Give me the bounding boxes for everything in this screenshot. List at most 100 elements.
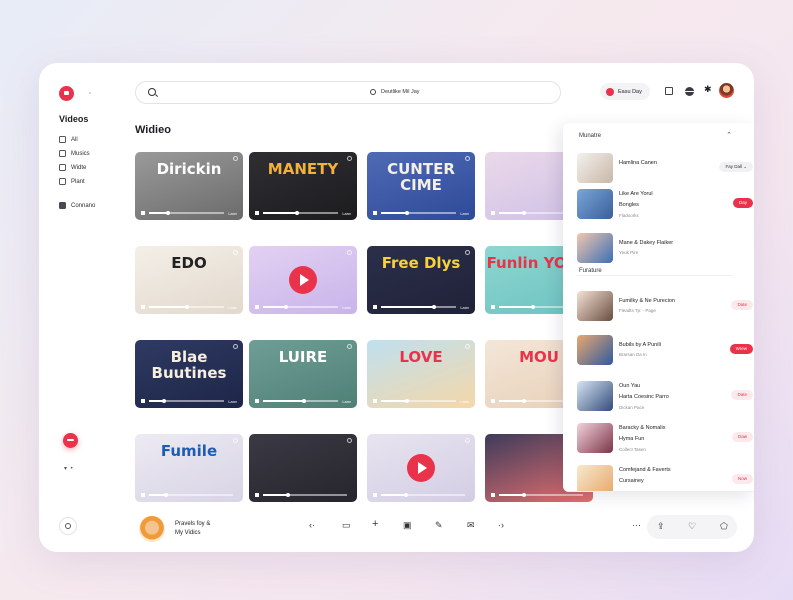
player-controls[interactable]: Lanv xyxy=(255,210,351,216)
pause-icon[interactable] xyxy=(255,211,259,215)
screen-icon[interactable]: ▭ xyxy=(342,521,351,530)
pen-icon[interactable]: ✎ xyxy=(435,521,443,530)
progress-knob[interactable] xyxy=(294,210,299,215)
progress-knob[interactable] xyxy=(522,210,527,215)
progress-slider[interactable] xyxy=(149,398,225,403)
video-card[interactable]: Fumile xyxy=(135,434,243,502)
player-controls[interactable]: Lanv xyxy=(373,304,469,310)
progress-slider[interactable] xyxy=(149,210,225,215)
pause-icon[interactable] xyxy=(255,493,259,497)
progress-slider[interactable] xyxy=(381,210,457,215)
back-icon[interactable]: ‹· xyxy=(309,521,315,530)
list-item[interactable]: Mane & Dakey Flaiker Yeuk Pire xyxy=(577,233,737,267)
player-controls[interactable]: Lanv xyxy=(141,210,237,216)
list-item[interactable]: Hamlina Canen Fay Dall ⌄ xyxy=(577,153,753,187)
pause-icon[interactable] xyxy=(255,305,259,309)
progress-knob[interactable] xyxy=(162,398,167,403)
progress-knob[interactable] xyxy=(165,210,170,215)
list-item-thumbnail[interactable] xyxy=(577,189,613,219)
share-icon[interactable]: ⇪ xyxy=(657,522,665,531)
video-card[interactable] xyxy=(367,434,475,502)
list-item-thumbnail[interactable] xyxy=(577,153,613,183)
progress-knob[interactable] xyxy=(431,304,436,309)
pause-icon[interactable] xyxy=(373,493,377,497)
list-item-thumbnail[interactable] xyxy=(577,465,613,492)
pause-icon[interactable] xyxy=(373,211,377,215)
pause-icon[interactable] xyxy=(255,399,259,403)
player-controls[interactable] xyxy=(141,492,237,498)
sidebar-item-all[interactable]: All xyxy=(59,136,78,143)
progress-slider[interactable] xyxy=(263,492,347,497)
progress-knob[interactable] xyxy=(283,304,288,309)
play-icon[interactable] xyxy=(407,454,435,482)
info-icon[interactable] xyxy=(465,156,470,161)
list-item-thumbnail[interactable] xyxy=(577,335,613,365)
progress-slider[interactable] xyxy=(263,210,339,215)
progress-knob[interactable] xyxy=(163,492,168,497)
sidebar-item-widte[interactable]: Widte xyxy=(59,164,86,171)
activity-icon[interactable]: ✱ xyxy=(704,85,712,94)
video-card[interactable] xyxy=(249,434,357,502)
play-icon[interactable] xyxy=(289,266,317,294)
info-icon[interactable] xyxy=(233,250,238,255)
list-item[interactable]: Oun Yau Harta Coesinc Parro Dickan Pace Dat… xyxy=(577,381,753,415)
player-controls[interactable] xyxy=(373,492,469,498)
info-icon[interactable] xyxy=(347,250,352,255)
progress-slider[interactable] xyxy=(149,492,233,497)
progress-knob[interactable] xyxy=(184,304,189,309)
list-item-thumbnail[interactable] xyxy=(577,381,613,411)
status-badge[interactable]: Wrew xyxy=(729,344,753,354)
status-badge[interactable]: Date xyxy=(731,300,753,310)
progress-slider[interactable] xyxy=(381,398,457,403)
mail-icon[interactable]: ✉ xyxy=(467,521,475,530)
info-icon[interactable] xyxy=(465,250,470,255)
pause-icon[interactable] xyxy=(491,211,495,215)
bookmark-icon[interactable]: ⬠ xyxy=(720,522,728,531)
video-card[interactable]: Lanv xyxy=(249,246,357,314)
video-card[interactable]: Free Dlys Lanv xyxy=(367,246,475,314)
list-item[interactable]: Bubils by A Punili Brarsan Da In Wrew xyxy=(577,335,753,369)
progress-knob[interactable] xyxy=(404,492,409,497)
list-item[interactable]: Fumilky & Ne Purecion Fleadts Tp: - Page D… xyxy=(577,291,753,325)
avatar[interactable] xyxy=(719,83,734,98)
progress-knob[interactable] xyxy=(405,210,410,215)
info-icon[interactable] xyxy=(465,438,470,443)
scrollbar[interactable] xyxy=(563,491,754,492)
progress-knob[interactable] xyxy=(522,398,527,403)
status-badge[interactable]: Fay Dall ⌄ xyxy=(719,162,753,172)
player-controls[interactable]: Lanv xyxy=(373,210,469,216)
pause-icon[interactable] xyxy=(373,305,377,309)
sidebar-item-plant[interactable]: Plant xyxy=(59,178,85,185)
profile-button[interactable] xyxy=(59,517,77,535)
cast-icon[interactable] xyxy=(665,87,673,95)
easy-day-button[interactable]: Easu Day xyxy=(600,83,650,100)
video-card[interactable]: MANETY Lanv xyxy=(249,152,357,220)
player-controls[interactable]: Lanv xyxy=(255,398,351,404)
video-card[interactable]: Blae Buutines Lanv xyxy=(135,340,243,408)
status-badge[interactable]: Now xyxy=(731,474,753,484)
info-icon[interactable] xyxy=(347,156,352,161)
progress-knob[interactable] xyxy=(302,398,307,403)
list-item-thumbnail[interactable] xyxy=(577,233,613,263)
more-icon[interactable]: ··· xyxy=(632,521,641,530)
player-controls[interactable] xyxy=(255,492,351,498)
player-controls[interactable]: Lanv xyxy=(373,398,469,404)
pause-icon[interactable] xyxy=(491,493,495,497)
info-icon[interactable] xyxy=(233,438,238,443)
chevron-up-icon[interactable]: ⌃ xyxy=(726,131,732,139)
info-icon[interactable] xyxy=(233,344,238,349)
video-card[interactable]: LOVE Lanv xyxy=(367,340,475,408)
progress-slider[interactable] xyxy=(499,492,583,497)
video-card[interactable]: Dirickin Lanv xyxy=(135,152,243,220)
pause-icon[interactable] xyxy=(373,399,377,403)
pause-icon[interactable] xyxy=(141,211,145,215)
pause-icon[interactable] xyxy=(141,493,145,497)
progress-slider[interactable] xyxy=(381,304,457,309)
heart-icon[interactable]: ♡ xyxy=(688,522,696,531)
progress-slider[interactable] xyxy=(381,492,465,497)
search-bar[interactable]: Deutlike Mil Jay xyxy=(135,81,561,104)
video-card[interactable]: CUNTER CIME Lanv xyxy=(367,152,475,220)
pause-icon[interactable] xyxy=(141,399,145,403)
list-item[interactable]: Baracky & Nomalix Hyma Fun Collect Tasen Da… xyxy=(577,423,753,457)
progress-knob[interactable] xyxy=(522,492,527,497)
